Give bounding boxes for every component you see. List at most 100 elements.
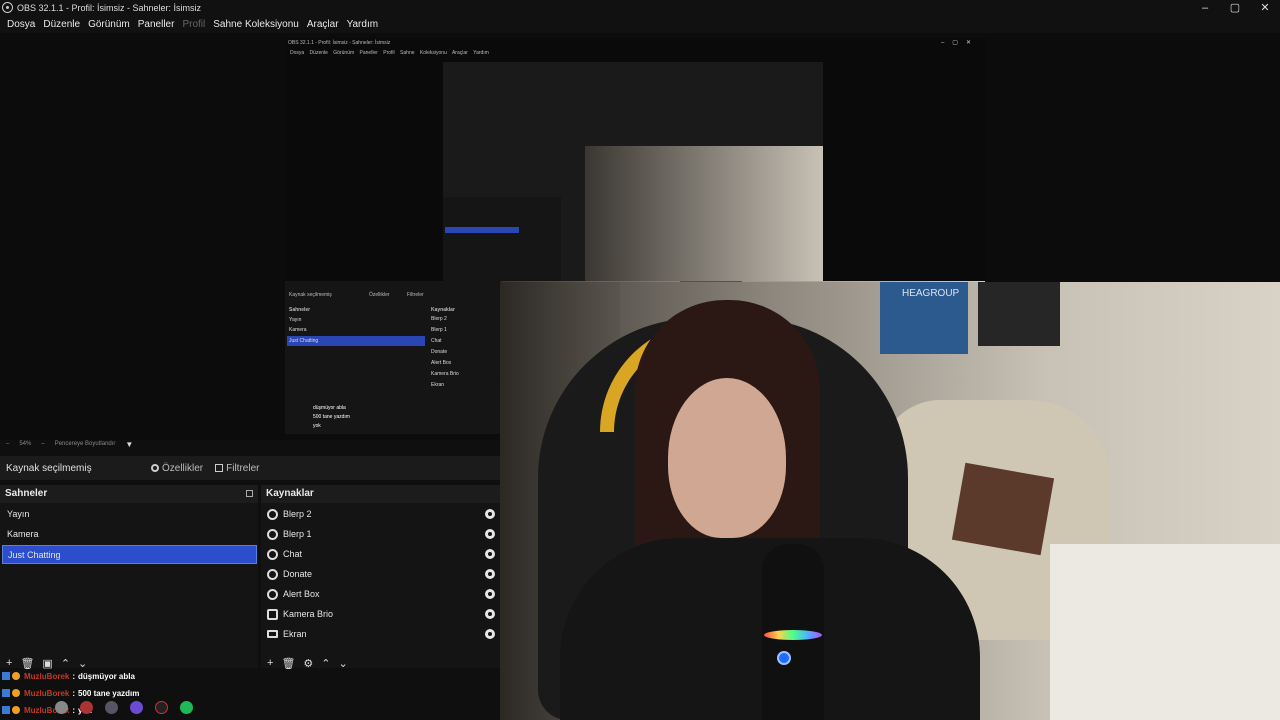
towel-text: HEAGROUP — [902, 288, 960, 299]
nested-filters: Filtreler — [407, 292, 424, 298]
zoom-bar: – 54% – Pencereye Boyutlandır ▼ — [0, 437, 500, 451]
nested-source-item: Blerp 1 — [431, 327, 447, 333]
nested-source-item: Kamera Brio — [431, 371, 459, 377]
badge-icon — [12, 706, 20, 714]
nested-obs-panel: Kaynak seçilmemiş Özellikler Filtreler S… — [285, 281, 501, 434]
scene-item-kamera[interactable]: Kamera — [2, 525, 257, 544]
spotify-icon[interactable] — [180, 700, 193, 714]
obs-icon[interactable] — [155, 700, 168, 714]
nested-scenes-header: Sahneler — [289, 307, 311, 313]
camera-icon — [267, 608, 278, 620]
eye-icon[interactable] — [485, 609, 495, 619]
source-item-alert-box[interactable]: Alert Box — [267, 585, 499, 603]
eye-icon[interactable] — [485, 549, 495, 559]
menu-profil[interactable]: Profil — [178, 19, 209, 30]
eye-icon[interactable] — [485, 529, 495, 539]
zoom-minus-icon[interactable]: – — [6, 441, 9, 447]
scenes-dock: Sahneler Yayın Kamera Just Chatting + 🗑 … — [0, 485, 258, 670]
source-label: Ekran — [283, 629, 307, 639]
menu-gorunum[interactable]: Görünüm — [84, 19, 134, 30]
no-source-label: Kaynak seçilmemiş — [6, 462, 92, 474]
nested-source-item: Donate — [431, 349, 448, 355]
source-item-blerp-1[interactable]: Blerp 1 — [267, 525, 499, 543]
zoom-plus-icon[interactable]: – — [41, 441, 44, 447]
source-label: Donate — [283, 569, 313, 579]
browser-icon — [267, 528, 278, 540]
source-label: Kamera Brio — [283, 609, 334, 619]
menu-duzenle[interactable]: Düzenle — [39, 19, 84, 30]
badge-icon — [2, 672, 10, 680]
browser-icon — [267, 568, 278, 580]
browser-icon — [267, 588, 278, 600]
badge-icon — [2, 689, 10, 697]
window-controls: – ▢ ✕ — [1190, 0, 1280, 15]
scene-item-yayin[interactable]: Yayın — [2, 505, 257, 524]
nested-properties: Özellikler — [369, 292, 390, 298]
microphone-light-icon — [777, 651, 791, 665]
nested-source-item: Ekran — [431, 382, 445, 388]
chrome-icon[interactable] — [55, 700, 68, 714]
source-item-ekran[interactable]: Ekran — [267, 625, 499, 643]
nested-chat-2: 500 tane yazdım — [313, 414, 350, 420]
white-shelf — [1050, 544, 1280, 720]
nested-chat-1: düşmüyor abla — [313, 405, 346, 411]
source-item-chat[interactable]: Chat — [267, 545, 499, 563]
menu-yardim[interactable]: Yardım — [343, 19, 383, 30]
nested-source-item: Alert Box — [431, 360, 452, 366]
maximize-button[interactable]: ▢ — [1220, 0, 1250, 15]
source-label: Chat — [283, 549, 303, 559]
close-button[interactable]: ✕ — [1250, 0, 1280, 15]
browser-icon — [267, 508, 278, 520]
gear-icon — [151, 464, 159, 472]
nested-source-item: Blerp 2 — [431, 316, 447, 322]
menu-paneller[interactable]: Paneller — [134, 19, 179, 30]
filters-button[interactable]: Filtreler — [215, 463, 259, 474]
nested-preview-recursion — [443, 62, 823, 282]
badge-icon — [12, 672, 20, 680]
undock-icon[interactable] — [246, 490, 253, 497]
eye-icon[interactable] — [485, 569, 495, 579]
source-label: Alert Box — [283, 589, 320, 599]
nested-sources-header: Kaynaklar — [431, 307, 455, 313]
chat-username: MuzluBorek — [24, 671, 70, 681]
browser-icon — [267, 548, 278, 560]
scenes-title: Sahneler — [5, 488, 48, 499]
nested-chat-3: yok — [313, 423, 321, 429]
eye-icon[interactable] — [485, 509, 495, 519]
sources-dock: Kaynaklar Blerp 2 Blerp 1 Chat Donate Al… — [261, 485, 500, 670]
app-icon[interactable] — [80, 700, 93, 714]
eye-icon[interactable] — [485, 589, 495, 599]
chat-message: MuzluBorek : düşmüyor abla — [2, 668, 135, 684]
nested-title: OBS 32.1.1 - Profil: İsimsiz - Sahneler:… — [288, 40, 391, 46]
fit-window-label[interactable]: Pencereye Boyutlandır — [55, 441, 116, 447]
title-bar: OBS 32.1.1 - Profil: İsimsiz - Sahneler:… — [0, 0, 1280, 15]
minimize-button[interactable]: – — [1190, 0, 1220, 15]
obs-logo-icon — [2, 2, 13, 13]
properties-button[interactable]: Özellikler — [151, 463, 203, 474]
scenes-header: Sahneler — [0, 485, 258, 503]
properties-label: Özellikler — [162, 462, 204, 474]
menu-araclar[interactable]: Araçlar — [303, 19, 343, 30]
filters-label: Filtreler — [226, 462, 260, 474]
discord-icon[interactable] — [130, 700, 143, 714]
taskbar-icons — [55, 697, 193, 717]
filter-icon — [215, 464, 224, 472]
scene-item-just-chatting[interactable]: Just Chatting — [2, 545, 257, 564]
steam-icon[interactable] — [105, 700, 118, 714]
badge-icon — [2, 706, 10, 714]
menu-dosya[interactable]: Dosya — [3, 19, 39, 30]
nested-video-small — [585, 146, 823, 282]
source-item-donate[interactable]: Donate — [267, 565, 499, 583]
menu-sahne-koleksiyonu[interactable]: Sahne Koleksiyonu — [209, 19, 303, 30]
source-item-kamera-brio[interactable]: Kamera Brio — [267, 605, 499, 623]
pillow — [951, 462, 1055, 556]
source-label: Blerp 1 — [283, 529, 312, 539]
nested-scene-item: Kamera — [289, 327, 307, 333]
badge-icon — [12, 689, 20, 697]
black-towel — [978, 282, 1060, 346]
blue-towel: HEAGROUP — [880, 282, 968, 354]
eye-icon[interactable] — [485, 629, 495, 639]
menu-bar: Dosya Düzenle Görünüm Paneller Profil Sa… — [0, 15, 1280, 33]
chevron-down-icon[interactable]: ▼ — [125, 440, 133, 449]
source-item-blerp-2[interactable]: Blerp 2 — [267, 505, 499, 523]
